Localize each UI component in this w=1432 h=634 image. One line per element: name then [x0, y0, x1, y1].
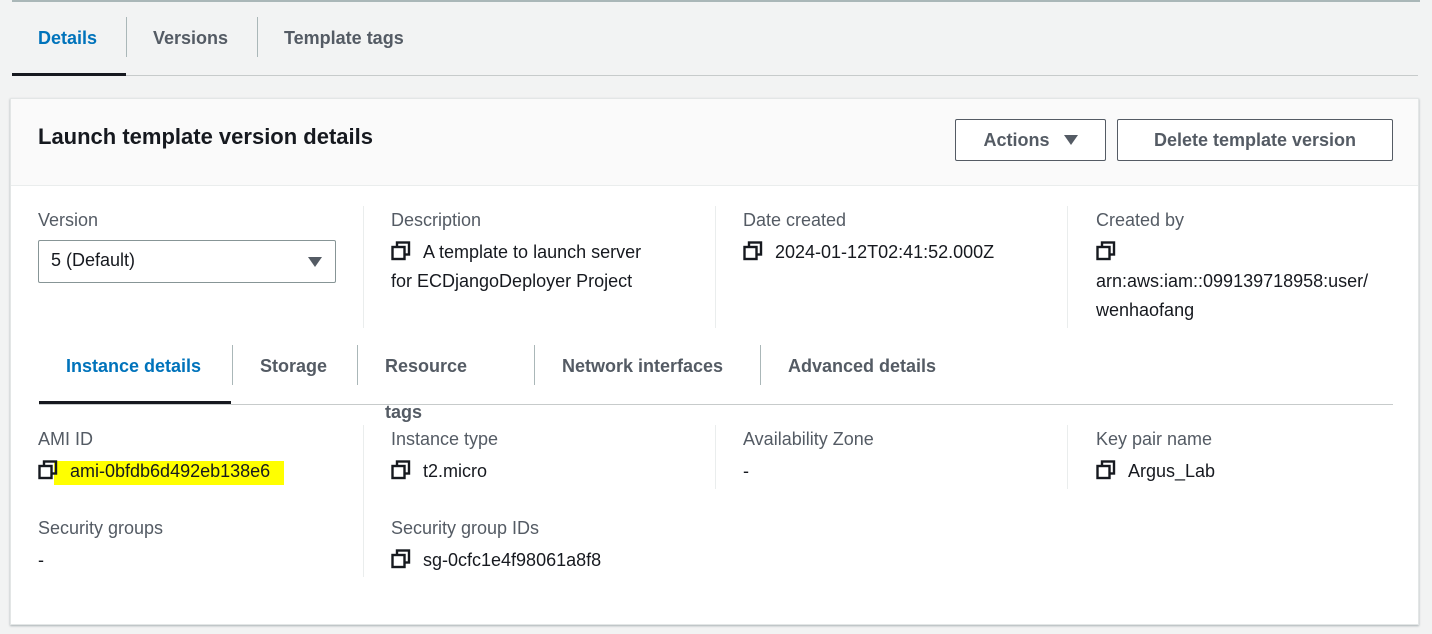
panel-title: Launch template version details	[38, 124, 373, 149]
description-field: Description A template to launch server …	[391, 210, 711, 296]
launch-template-version-panel: Launch template version details Actions …	[10, 98, 1419, 625]
copy-icon[interactable]	[1096, 241, 1116, 261]
version-select-value: 5 (Default)	[51, 250, 136, 270]
description-line-2: for ECDjangoDeployer Project	[391, 271, 633, 291]
version-select[interactable]: 5 (Default)	[38, 240, 336, 283]
description-value: A template to launch server for ECDjango…	[391, 238, 711, 296]
key-pair-name-field: Key pair name Argus_Lab	[1096, 429, 1406, 486]
copy-icon[interactable]	[391, 549, 411, 569]
security-groups-field: Security groups -	[38, 518, 348, 575]
date-created-field: Date created 2024-01-12T02:41:52.000Z	[743, 210, 1063, 267]
copy-icon[interactable]	[1096, 460, 1116, 480]
instance-type-field: Instance type t2.micro	[391, 429, 701, 486]
tab-details[interactable]: Details	[12, 15, 126, 76]
security-group-ids-label: Security group IDs	[391, 518, 540, 538]
delete-template-version-button[interactable]: Delete template version	[1117, 119, 1393, 161]
created-by-line-1: arn:aws:iam::099139718958:user/	[1096, 271, 1369, 291]
ami-id-field: AMI ID ami-0bfdb6d492eb138e6	[38, 429, 348, 486]
date-created-label: Date created	[743, 210, 847, 230]
ami-id-value: ami-0bfdb6d492eb138e6	[38, 457, 348, 486]
tab-template-tags[interactable]: Template tags	[258, 15, 438, 61]
version-field: Version	[38, 210, 98, 231]
version-label: Version	[38, 210, 99, 230]
date-created-value: 2024-01-12T02:41:52.000Z	[743, 238, 1063, 267]
security-group-ids-field: Security group IDs sg-0cfc1e4f98061a8f8	[391, 518, 701, 575]
description-line-1: A template to launch server	[423, 242, 642, 262]
security-groups-value: -	[38, 550, 44, 570]
tab-instance-details[interactable]: Instance details	[39, 343, 231, 404]
description-label: Description	[391, 210, 482, 230]
column-divider	[715, 206, 716, 328]
copy-icon[interactable]	[743, 241, 763, 261]
instance-detail-tabs: Instance details Storage Resource tags N…	[39, 343, 1393, 422]
created-by-field: Created by arn:aws:iam::099139718958:use…	[1096, 210, 1406, 325]
availability-zone-label: Availability Zone	[743, 429, 874, 449]
column-divider	[363, 425, 364, 577]
availability-zone-value: -	[743, 461, 749, 481]
panel-header: Launch template version details Actions …	[11, 99, 1418, 186]
security-groups-label: Security groups	[38, 518, 164, 538]
top-border	[12, 0, 1420, 2]
copy-icon[interactable]	[391, 460, 411, 480]
caret-down-icon	[308, 257, 322, 267]
instance-type-text: t2.micro	[423, 461, 488, 481]
security-group-ids-text: sg-0cfc1e4f98061a8f8	[423, 550, 602, 570]
column-divider	[1067, 425, 1068, 489]
column-divider	[1067, 206, 1068, 328]
key-pair-name-label: Key pair name	[1096, 429, 1213, 449]
column-divider	[715, 425, 716, 489]
date-created-text: 2024-01-12T02:41:52.000Z	[775, 242, 995, 262]
created-by-value: arn:aws:iam::099139718958:user/ wenhaofa…	[1096, 238, 1406, 325]
caret-down-icon	[1063, 135, 1078, 145]
created-by-line-2: wenhaofang	[1096, 300, 1195, 320]
copy-icon[interactable]	[38, 460, 58, 480]
actions-button[interactable]: Actions	[955, 119, 1106, 161]
tab-storage[interactable]: Storage	[233, 343, 357, 389]
copy-icon[interactable]	[391, 241, 411, 261]
actions-button-label: Actions	[983, 130, 1050, 150]
availability-zone-field: Availability Zone -	[743, 429, 1053, 486]
detail-tabs: Details Versions Template tags	[12, 15, 1418, 76]
instance-type-label: Instance type	[391, 429, 499, 449]
created-by-label: Created by	[1096, 210, 1185, 230]
key-pair-name-value: Argus_Lab	[1096, 457, 1406, 486]
tab-network-interfaces[interactable]: Network interfaces	[535, 343, 760, 389]
tab-resource-tags[interactable]: Resource tags	[358, 343, 534, 422]
instance-type-value: t2.micro	[391, 457, 701, 486]
security-group-ids-value: sg-0cfc1e4f98061a8f8	[391, 546, 701, 575]
tab-versions[interactable]: Versions	[127, 15, 257, 61]
ami-id-label: AMI ID	[38, 429, 94, 449]
column-divider	[363, 206, 364, 328]
key-pair-name-text: Argus_Lab	[1128, 461, 1216, 481]
ami-id-text: ami-0bfdb6d492eb138e6	[54, 461, 285, 485]
tab-advanced-details[interactable]: Advanced details	[761, 343, 971, 389]
